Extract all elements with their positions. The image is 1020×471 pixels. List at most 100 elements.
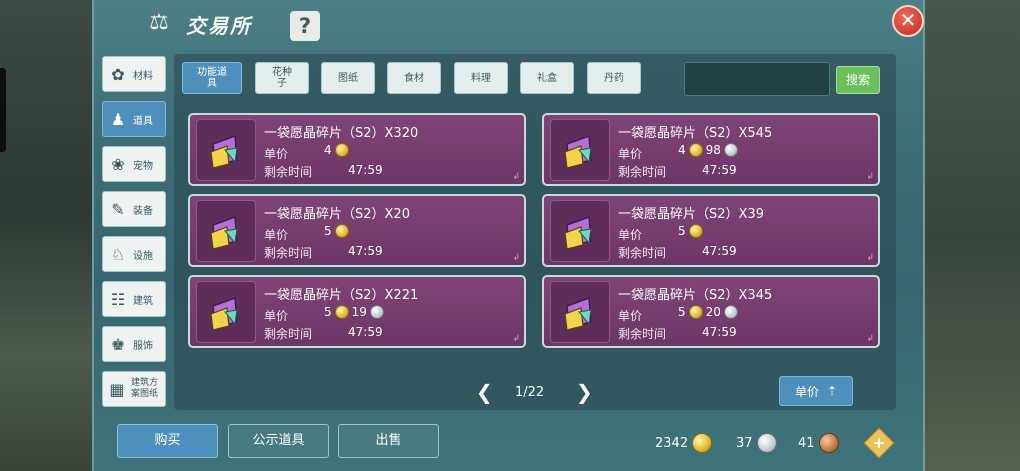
- gold-amount: 4: [324, 143, 332, 157]
- subtab-ingredients[interactable]: 食材: [387, 62, 441, 94]
- listing-name: 一袋愿晶碎片（S2）X20: [264, 207, 410, 222]
- listing-card[interactable]: 一袋愿晶碎片（S2）X39 单价 5 剩余时间 47:59 ↲: [542, 194, 880, 267]
- sell-button[interactable]: 出售: [338, 424, 439, 458]
- listing-card[interactable]: 一袋愿晶碎片（S2）X345 单价 5 20 剩余时间 47:59 ↲: [542, 275, 880, 348]
- bronze-balance: 41: [798, 433, 839, 453]
- plus-icon: +: [872, 434, 886, 452]
- listing-card[interactable]: 一袋愿晶碎片（S2）X545 单价 4 98 剩余时间 47:59 ↲: [542, 113, 880, 186]
- price-value: 5: [324, 224, 349, 238]
- close-button[interactable]: ✕: [892, 5, 924, 37]
- sidebar-tab-label: 服饰: [133, 340, 153, 352]
- gold-balance-value: 2342: [655, 435, 689, 451]
- facility-icon: ♘: [110, 244, 126, 264]
- price-value: 5: [678, 224, 703, 238]
- props-icon: ♟: [110, 109, 126, 129]
- corner-ornament-icon: ↲: [866, 172, 874, 182]
- listing-name: 一袋愿晶碎片（S2）X39: [618, 207, 764, 222]
- gold-coin-icon: [334, 224, 349, 238]
- sidebar-tab-facility[interactable]: ♘ 设施: [102, 236, 166, 272]
- sidebar-tab-materials[interactable]: ✿ 材料: [102, 56, 166, 92]
- scale-balance-icon: ⚖: [149, 10, 169, 35]
- background-left-scenery: [0, 0, 92, 471]
- sort-by-price-button[interactable]: 单价 ⇡: [779, 376, 853, 406]
- add-currency-button[interactable]: +: [863, 427, 895, 459]
- sidebar-tab-label: 设施: [133, 250, 153, 262]
- pet-paw-icon: ❀: [111, 154, 125, 174]
- corner-ornament-icon: ↲: [512, 172, 520, 182]
- subtab-label: 食材: [404, 72, 424, 84]
- bronze-balance-value: 41: [798, 435, 815, 451]
- sidebar-tab-clothing[interactable]: ♚ 服饰: [102, 326, 166, 362]
- subtab-label: 礼盒: [537, 72, 557, 84]
- silver-amount: 19: [351, 305, 367, 319]
- time-value: 47:59: [348, 325, 383, 339]
- sidebar-tab-label: 材料: [133, 70, 153, 82]
- subtab-cuisine[interactable]: 料理: [454, 62, 508, 94]
- listing-card[interactable]: 一袋愿晶碎片（S2）X221 单价 5 19 剩余时间 47:59 ↲: [188, 275, 526, 348]
- listing-name: 一袋愿晶碎片（S2）X345: [618, 288, 773, 303]
- time-label: 剩余时间: [618, 327, 667, 341]
- gold-coin-icon: [688, 224, 703, 238]
- subtab-elixirs[interactable]: 丹药: [587, 62, 641, 94]
- prev-page-button[interactable]: ❮: [476, 380, 493, 404]
- search-button[interactable]: 搜索: [836, 66, 880, 94]
- time-value: 47:59: [348, 163, 383, 177]
- help-button[interactable]: ?: [290, 11, 320, 41]
- gold-amount: 5: [678, 305, 686, 319]
- price-label: 单价: [264, 309, 289, 323]
- price-value: 5 20: [678, 305, 738, 319]
- crystal-shard-bag-icon: [196, 281, 256, 343]
- sidebar-tab-blueprint[interactable]: ▦ 建筑方案图纸: [102, 371, 166, 407]
- gold-coin-icon: [688, 143, 703, 157]
- gold-balance: 2342: [655, 433, 713, 453]
- subtab-function-props[interactable]: 功能道具: [182, 62, 242, 94]
- price-label: 单价: [618, 309, 643, 323]
- time-label: 剩余时间: [264, 246, 313, 260]
- search-input[interactable]: [684, 62, 830, 96]
- listing-card[interactable]: 一袋愿晶碎片（S2）X320 单价 4 剩余时间 47:59 ↲: [188, 113, 526, 186]
- price-label: 单价: [618, 147, 643, 161]
- time-label: 剩余时间: [264, 165, 313, 179]
- sidebar-tab-props[interactable]: ♟ 道具: [102, 101, 166, 137]
- sidebar-tab-label: 建筑方案图纸: [130, 378, 158, 399]
- silver-coin-icon: [756, 433, 777, 453]
- corner-ornament-icon: ↲: [512, 253, 520, 263]
- subtab-gift-boxes[interactable]: 礼盒: [520, 62, 574, 94]
- silver-coin-icon: [723, 305, 738, 319]
- title-bar: ⚖ 交易所 ? ✕: [94, 0, 924, 50]
- gold-coin-icon: [334, 143, 349, 157]
- crystal-shard-bag-icon: [196, 119, 256, 181]
- time-value: 47:59: [702, 244, 737, 258]
- buy-button[interactable]: 购买: [117, 424, 218, 458]
- exchange-panel: ⚖ 交易所 ? ✕ ✿ 材料 ♟ 道具 ❀ 宠物 ✎ 装备 ♘ 设施 ☷ 建筑 …: [92, 0, 925, 471]
- device-notch: [0, 68, 6, 152]
- sidebar-tab-label: 道具: [133, 115, 153, 127]
- materials-icon: ✿: [111, 64, 125, 84]
- price-value: 4 98: [678, 143, 738, 157]
- clothing-icon: ♚: [110, 334, 126, 354]
- silver-balance-value: 37: [736, 435, 753, 451]
- background-right-scenery: [925, 0, 1020, 471]
- silver-amount: 20: [705, 305, 721, 319]
- window-title: 交易所: [186, 14, 252, 38]
- corner-ornament-icon: ↲: [866, 253, 874, 263]
- gold-amount: 4: [678, 143, 686, 157]
- time-value: 47:59: [348, 244, 383, 258]
- subtab-blueprints[interactable]: 图纸: [321, 62, 375, 94]
- page-indicator: 1/22: [515, 385, 545, 400]
- listing-card[interactable]: 一袋愿晶碎片（S2）X20 单价 5 剩余时间 47:59 ↲: [188, 194, 526, 267]
- sidebar-tab-equipment[interactable]: ✎ 装备: [102, 191, 166, 227]
- sort-label: 单价: [794, 384, 819, 399]
- silver-amount: 98: [705, 143, 721, 157]
- subtab-label: 料理: [471, 72, 491, 84]
- silver-coin-icon: [369, 305, 384, 319]
- next-page-button[interactable]: ❯: [576, 380, 593, 404]
- sidebar-tab-building[interactable]: ☷ 建筑: [102, 281, 166, 317]
- gold-coin-icon: [688, 305, 703, 319]
- crystal-shard-bag-icon: [196, 200, 256, 262]
- public-items-button[interactable]: 公示道具: [228, 424, 329, 458]
- sidebar-tab-pets[interactable]: ❀ 宠物: [102, 146, 166, 182]
- subtab-flower-seeds[interactable]: 花种子: [255, 62, 309, 94]
- crystal-shard-bag-icon: [550, 200, 610, 262]
- time-value: 47:59: [702, 163, 737, 177]
